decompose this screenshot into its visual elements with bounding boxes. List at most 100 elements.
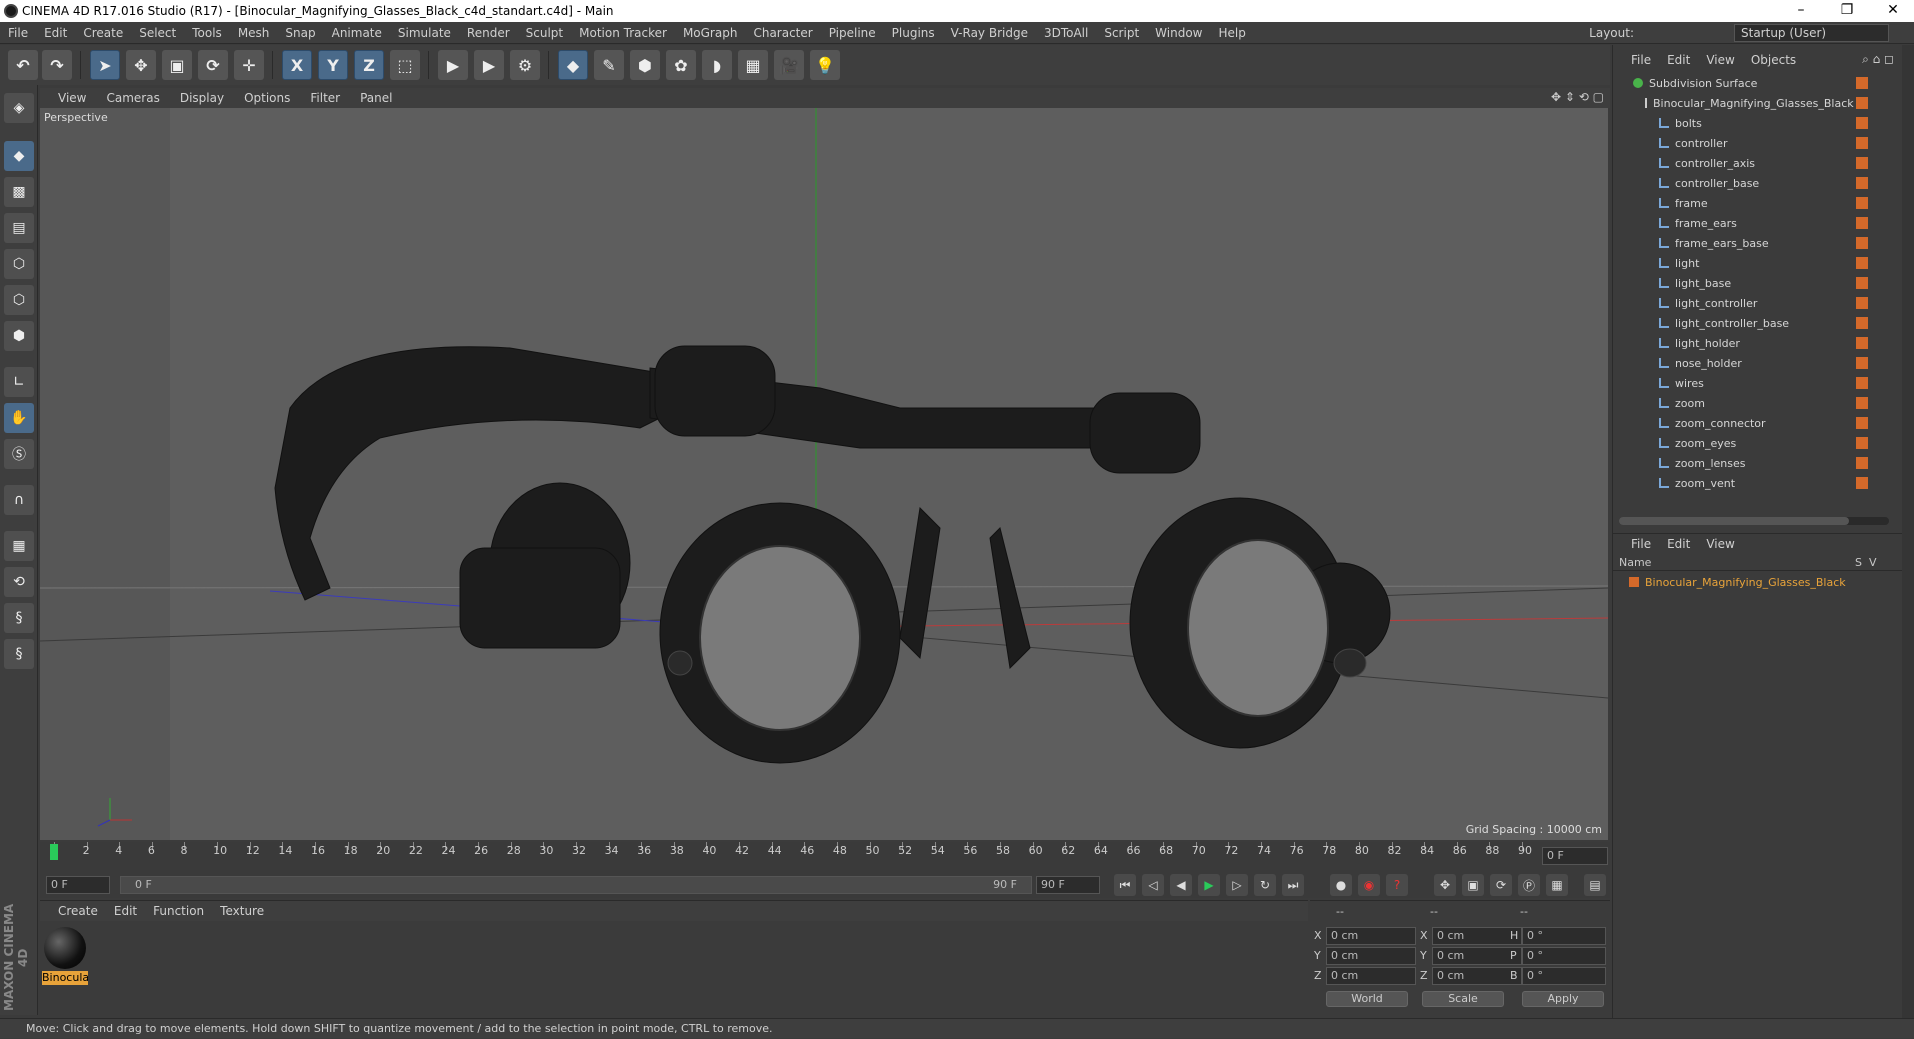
object-search-icon[interactable]: ⌕ ⌂ ◻ [1862,52,1894,67]
current-frame-field[interactable]: 0 F [1542,847,1608,865]
menu-pipeline[interactable]: Pipeline [821,26,884,40]
render-settings-icon[interactable]: ⚙ [510,50,540,80]
x-axis-lock-button[interactable]: X [282,50,312,80]
material-preview-ball[interactable] [44,927,86,969]
key-position-icon[interactable]: ✥ [1434,874,1456,896]
object-row-zoom-eyes[interactable]: zoom_eyes [1613,433,1853,453]
menu-create[interactable]: Create [75,26,131,40]
object-row-zoom-vent[interactable]: zoom_vent [1613,473,1853,493]
grid-lock-icon[interactable]: ▦ [4,531,34,561]
material-menu-texture[interactable]: Texture [212,904,272,918]
light-bulb-icon[interactable]: 💡 [810,50,840,80]
spline-pen-icon[interactable]: ✎ [594,50,624,80]
polygons-mode-icon[interactable]: ⬢ [4,321,34,351]
object-row-light-controller[interactable]: light_controller [1613,293,1853,313]
floor-scene-icon[interactable]: ▦ [738,50,768,80]
key-pla-icon[interactable]: ▦ [1546,874,1568,896]
object-row-controller-base[interactable]: controller_base [1613,173,1853,193]
coordinate-system-icon[interactable]: ⬚ [390,50,420,80]
end-frame-field[interactable]: 90 F [1036,876,1100,894]
key-rotation-icon[interactable]: ⟳ [1490,874,1512,896]
layer-row[interactable]: Binocular_Magnifying_Glasses_Black [1613,573,1903,591]
menu-script[interactable]: Script [1096,26,1147,40]
object-row-zoom-connector[interactable]: zoom_connector [1613,413,1853,433]
menu-animate[interactable]: Animate [324,26,390,40]
layer-menu-edit[interactable]: Edit [1659,537,1698,551]
viewport-menu-panel[interactable]: Panel [350,91,402,105]
layer-menu-file[interactable]: File [1613,537,1659,551]
workplane-icon[interactable]: ▤ [4,213,34,243]
menu-motion-tracker[interactable]: Motion Tracker [571,26,675,40]
layer-color-swatch[interactable] [1856,257,1868,269]
object-row-zoom[interactable]: zoom [1613,393,1853,413]
tweak-mode-icon[interactable]: ✋ [4,403,34,433]
layer-color-swatch[interactable] [1856,317,1868,329]
sculpt-lock-icon[interactable]: ⟲ [4,567,34,597]
next-key-icon[interactable]: ↻ [1254,874,1276,896]
live-select-icon[interactable]: ✛ [234,50,264,80]
object-root-row[interactable]: Subdivision Surface [1613,73,1853,93]
size-y-field[interactable]: 0 cm [1432,947,1522,965]
render-picture-viewer-icon[interactable]: ▶ [474,50,504,80]
coordinate-mode-select[interactable]: Scale [1422,991,1504,1007]
object-menu-view[interactable]: View [1698,53,1742,67]
play-icon[interactable]: ▶ [1198,874,1220,896]
position-y-field[interactable]: 0 cm [1326,947,1416,965]
go-to-start-icon[interactable]: ⏮ [1114,874,1136,896]
object-row-wires[interactable]: wires [1613,373,1853,393]
timeline-window-icon[interactable]: ▤ [1584,874,1606,896]
viewport-menu-view[interactable]: View [40,91,96,105]
material-menu-edit[interactable]: Edit [106,904,145,918]
menu-tools[interactable]: Tools [184,26,230,40]
menu-help[interactable]: Help [1210,26,1253,40]
key-parameter-icon[interactable]: Ⓟ [1518,874,1540,896]
axis-mode-icon[interactable]: ∟ [4,367,34,397]
restore-button[interactable]: ❐ [1824,0,1870,22]
object-group-row[interactable]: Binocular_Magnifying_Glasses_Black [1613,93,1854,113]
y-axis-lock-button[interactable]: Y [318,50,348,80]
material-name[interactable]: Binocula [42,971,88,985]
deformer-icon[interactable]: ◗ [702,50,732,80]
menu-select[interactable]: Select [131,26,184,40]
go-to-end-icon[interactable]: ⏭ [1282,874,1304,896]
layer-color-swatch[interactable] [1856,477,1868,489]
apply-button[interactable]: Apply [1522,991,1604,1007]
layer-color-swatch[interactable] [1856,377,1868,389]
menu-sculpt[interactable]: Sculpt [518,26,571,40]
menu-render[interactable]: Render [459,26,518,40]
viewport-menu-cameras[interactable]: Cameras [96,91,169,105]
render-view-icon[interactable]: ▶ [438,50,468,80]
menu-plugins[interactable]: Plugins [884,26,943,40]
menu-mesh[interactable]: Mesh [230,26,278,40]
scale-tool-icon[interactable]: ▣ [162,50,192,80]
rotation-p-field[interactable]: 0 ° [1522,947,1606,965]
next-frame-icon[interactable]: ▷ [1226,874,1248,896]
perspective-viewport[interactable]: Perspective Grid Spacing : 10000 cm [40,108,1608,840]
mograph-cloner-icon[interactable]: ✿ [666,50,696,80]
object-row-light-base[interactable]: light_base [1613,273,1853,293]
make-editable-icon[interactable]: ◈ [4,93,34,123]
material-menu-create[interactable]: Create [40,904,106,918]
redo-icon[interactable]: ↷ [42,50,72,80]
select-arrow-icon[interactable]: ➤ [90,50,120,80]
points-mode-icon[interactable]: ⬡ [4,249,34,279]
previous-frame-icon[interactable]: ◀ [1170,874,1192,896]
object-row-frame-ears[interactable]: frame_ears [1613,213,1853,233]
close-button[interactable]: ✕ [1870,0,1914,22]
record-keys-icon[interactable]: ● [1330,874,1352,896]
layer-menu-view[interactable]: View [1698,537,1742,551]
object-menu-objects[interactable]: Objects [1743,53,1804,67]
object-row-bolts[interactable]: bolts [1613,113,1853,133]
move-tool-icon[interactable]: ✥ [126,50,156,80]
z-axis-lock-button[interactable]: Z [354,50,384,80]
layer-color-swatch[interactable] [1856,77,1868,89]
menu-3dtoall[interactable]: 3DToAll [1036,26,1096,40]
menu-snap[interactable]: Snap [277,26,323,40]
layer-color-swatch[interactable] [1856,97,1868,109]
rotation-b-field[interactable]: 0 ° [1522,967,1606,985]
layer-color-swatch[interactable] [1856,357,1868,369]
cube-primitive-icon[interactable]: ◆ [558,50,588,80]
object-row-zoom-lenses[interactable]: zoom_lenses [1613,453,1853,473]
menu-mograph[interactable]: MoGraph [675,26,746,40]
magnet-icon[interactable]: ∩ [4,485,34,515]
